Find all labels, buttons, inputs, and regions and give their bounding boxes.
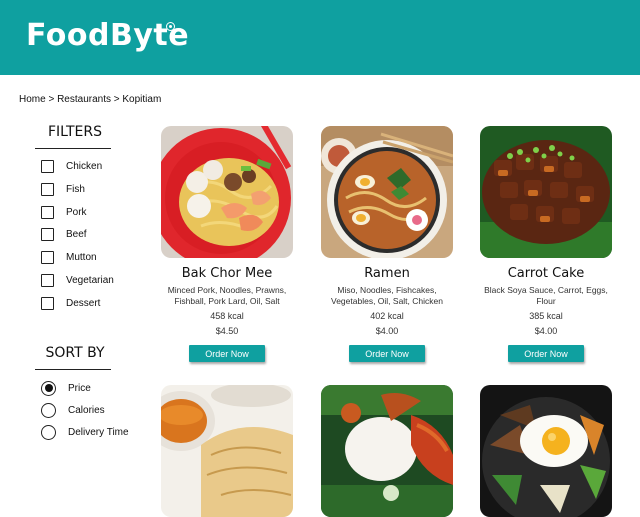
item-description: Black Soya Sauce, Carrot, Eggs, Flour bbox=[484, 285, 608, 306]
prata-curry-photo[interactable] bbox=[161, 385, 293, 517]
item-price: $4.00 bbox=[534, 326, 558, 336]
sort-title: SORT BY bbox=[45, 345, 105, 361]
filter-option-pork[interactable]: Pork bbox=[41, 204, 87, 220]
sort-label: Delivery Time bbox=[68, 426, 129, 438]
filter-option-vegetarian[interactable]: Vegetarian bbox=[41, 272, 114, 288]
filter-label: Beef bbox=[66, 228, 87, 240]
radio-button[interactable] bbox=[41, 402, 56, 418]
checkbox[interactable] bbox=[41, 227, 54, 241]
sort-divider bbox=[35, 369, 111, 370]
item-name: Ramen bbox=[364, 266, 410, 281]
filter-option-dessert[interactable]: Dessert bbox=[41, 295, 100, 311]
item-name: Carrot Cake bbox=[507, 266, 585, 281]
menu-card bbox=[161, 385, 293, 517]
logo[interactable]: FoodByte bbox=[26, 18, 189, 54]
bibimbap-photo[interactable] bbox=[480, 385, 612, 517]
filter-label: Fish bbox=[66, 183, 85, 195]
header-bar: FoodByte bbox=[0, 0, 640, 75]
ramen-photo[interactable] bbox=[321, 126, 453, 258]
radio-button[interactable] bbox=[41, 424, 56, 440]
menu-card: Carrot Cake Black Soya Sauce, Carrot, Eg… bbox=[480, 126, 612, 362]
breadcrumb[interactable]: Home > Restaurants > Kopitiam bbox=[19, 94, 161, 105]
filter-option-fish[interactable]: Fish bbox=[41, 181, 85, 197]
filter-label: Chicken bbox=[66, 160, 103, 172]
menu-card bbox=[480, 385, 612, 517]
filter-option-beef[interactable]: Beef bbox=[41, 226, 87, 242]
order-now-button[interactable]: Order Now bbox=[189, 345, 265, 362]
checkbox[interactable] bbox=[41, 250, 54, 264]
checkbox[interactable] bbox=[41, 182, 54, 196]
carrot-cake-photo[interactable] bbox=[480, 126, 612, 258]
radio-button-selected[interactable] bbox=[41, 380, 56, 396]
filter-label: Pork bbox=[66, 206, 87, 218]
order-now-button[interactable]: Order Now bbox=[508, 345, 584, 362]
item-price: $4.50 bbox=[215, 326, 239, 336]
sort-option-price[interactable]: Price bbox=[41, 380, 91, 396]
item-name: Bak Chor Mee bbox=[181, 266, 273, 281]
sort-label: Price bbox=[68, 382, 91, 394]
sort-label: Calories bbox=[68, 404, 105, 416]
menu-card: Ramen Miso, Noodles, Fishcakes, Vegetabl… bbox=[321, 126, 453, 362]
checkbox[interactable] bbox=[41, 159, 54, 173]
filters-title: FILTERS bbox=[47, 124, 103, 140]
checkbox[interactable] bbox=[41, 205, 54, 219]
filter-label: Mutton bbox=[66, 251, 97, 263]
sort-option-delivery-time[interactable]: Delivery Time bbox=[41, 424, 129, 440]
bak-chor-mee-photo[interactable] bbox=[161, 126, 293, 258]
item-calories: 385 kcal bbox=[529, 311, 563, 321]
item-price: $4.00 bbox=[375, 326, 399, 336]
filter-label: Vegetarian bbox=[66, 274, 114, 286]
sort-option-calories[interactable]: Calories bbox=[41, 402, 105, 418]
order-now-button[interactable]: Order Now bbox=[349, 345, 425, 362]
filter-option-chicken[interactable]: Chicken bbox=[41, 158, 102, 174]
logo-mark-icon bbox=[166, 22, 175, 31]
item-description: Miso, Noodles, Fishcakes, Vegetables, Oi… bbox=[331, 285, 443, 306]
filters-divider bbox=[35, 148, 111, 149]
item-calories: 458 kcal bbox=[210, 311, 244, 321]
filter-label: Dessert bbox=[66, 297, 101, 309]
checkbox[interactable] bbox=[41, 296, 54, 310]
menu-card: Bak Chor Mee Minced Pork, Noodles, Prawn… bbox=[161, 126, 293, 362]
filter-option-mutton[interactable]: Mutton bbox=[41, 249, 97, 265]
item-description: Minced Pork, Noodles, Prawns, Fishball, … bbox=[167, 285, 287, 306]
nasi-lemak-photo[interactable] bbox=[321, 385, 453, 517]
menu-card bbox=[321, 385, 453, 517]
checkbox[interactable] bbox=[41, 273, 54, 287]
item-calories: 402 kcal bbox=[370, 311, 404, 321]
